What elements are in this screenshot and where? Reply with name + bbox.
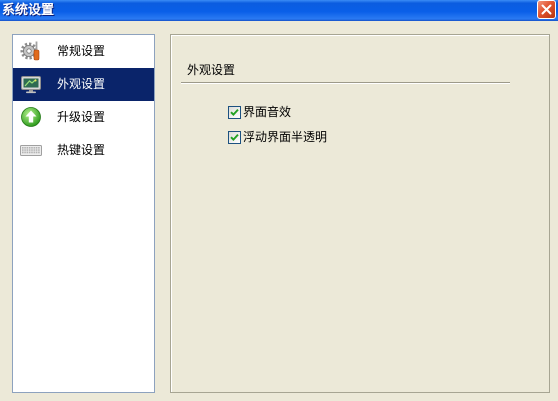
group-title: 外观设置	[187, 63, 236, 77]
interface-sound-checkbox[interactable]	[228, 106, 241, 119]
monitor-icon	[20, 73, 42, 95]
tools-gear-icon	[20, 40, 42, 62]
sidebar-item-appearance[interactable]: 外观设置	[13, 68, 154, 101]
checkmark-icon	[230, 133, 239, 141]
sidebar-item-label: 热键设置	[57, 143, 106, 157]
title-bar[interactable]: 系统设置	[0, 0, 558, 21]
close-icon	[541, 4, 552, 15]
sidebar-item-general[interactable]: 常规设置	[13, 35, 154, 68]
option-label: 界面音效	[243, 105, 292, 119]
settings-category-list: 常规设置 外观设置 升级设置 热键设置	[12, 34, 155, 393]
translucent-floating-ui-checkbox[interactable]	[228, 131, 241, 144]
sidebar-item-upgrade[interactable]: 升级设置	[13, 101, 154, 134]
upgrade-arrow-icon	[20, 106, 42, 128]
checkmark-icon	[230, 108, 239, 116]
option-translucent-floating-ui[interactable]: 浮动界面半透明	[228, 130, 368, 146]
group-separator	[181, 82, 510, 84]
appearance-settings-panel: 外观设置 界面音效 浮动界面半透明	[170, 34, 550, 393]
sidebar-item-label: 常规设置	[57, 44, 106, 58]
option-interface-sound[interactable]: 界面音效	[228, 105, 368, 121]
close-button[interactable]	[537, 0, 556, 19]
window-title: 系统设置	[2, 3, 55, 18]
keyboard-icon	[20, 139, 42, 161]
option-label: 浮动界面半透明	[243, 130, 328, 144]
sidebar-item-hotkeys[interactable]: 热键设置	[13, 134, 154, 167]
sidebar-item-label: 升级设置	[57, 110, 106, 124]
sidebar-item-label: 外观设置	[57, 77, 106, 91]
